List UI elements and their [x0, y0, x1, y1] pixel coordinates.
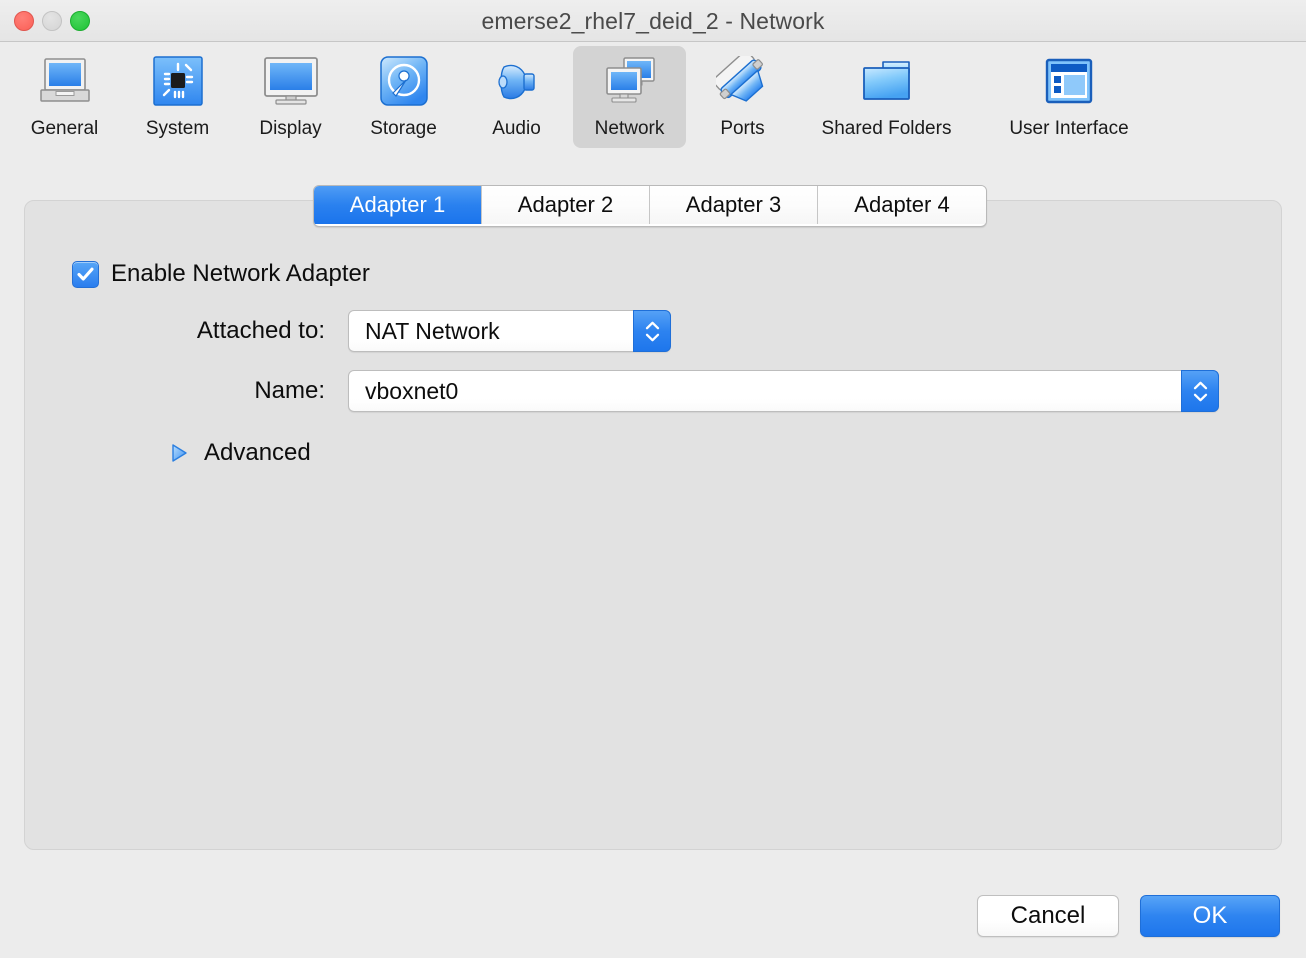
name-value: vboxnet0	[365, 377, 459, 404]
toolbar-item-user-interface[interactable]: User Interface	[974, 46, 1164, 148]
chevron-down-icon	[1193, 393, 1207, 401]
toolbar-item-label: General	[30, 118, 99, 139]
disclosure-triangle-right-icon[interactable]	[168, 442, 190, 464]
advanced-label: Advanced	[204, 439, 311, 466]
attached-to-combobox[interactable]: NAT Network	[348, 310, 671, 352]
tab-adapter-3[interactable]: Adapter 3	[650, 186, 818, 224]
attached-to-stepper-button[interactable]	[633, 310, 671, 352]
cancel-button[interactable]: Cancel	[977, 895, 1119, 937]
toolbar-item-system[interactable]: System	[121, 46, 234, 148]
toolbar-item-label: Display	[259, 118, 322, 139]
chevron-up-icon	[1193, 381, 1207, 389]
name-label: Name:	[254, 377, 325, 404]
enable-network-adapter-label: Enable Network Adapter	[111, 260, 370, 287]
chip-icon	[149, 52, 207, 110]
enable-network-adapter-checkbox[interactable]	[72, 260, 99, 288]
toolbar-item-general[interactable]: General	[8, 46, 121, 148]
tab-adapter-2[interactable]: Adapter 2	[482, 186, 650, 224]
toolbar-item-audio[interactable]: Audio	[460, 46, 573, 148]
advanced-disclosure-row[interactable]: Advanced	[168, 439, 311, 467]
toolbar-item-display[interactable]: Display	[234, 46, 347, 148]
window-layout-icon	[1040, 52, 1098, 110]
window-titlebar: emerse2_rhel7_deid_2 - Network	[0, 0, 1306, 42]
disk-icon	[375, 52, 433, 110]
toolbar-item-network[interactable]: Network	[573, 46, 686, 148]
dialog-button-bar: Cancel OK	[977, 895, 1280, 937]
network-icon	[601, 52, 659, 110]
chevron-up-icon	[645, 321, 659, 329]
name-stepper-button[interactable]	[1181, 370, 1219, 412]
monitor-icon	[262, 52, 320, 110]
tab-adapter-4[interactable]: Adapter 4	[818, 186, 986, 224]
toolbar-item-label: Ports	[720, 118, 765, 139]
toolbar-item-label: Shared Folders	[821, 118, 952, 139]
adapter-tab-bar: Adapter 1 Adapter 2 Adapter 3 Adapter 4	[313, 185, 987, 227]
toolbar-item-label: System	[145, 118, 210, 139]
toolbar-item-ports[interactable]: Ports	[686, 46, 799, 148]
window-title: emerse2_rhel7_deid_2 - Network	[481, 8, 825, 34]
enable-network-adapter-row[interactable]: Enable Network Adapter	[72, 260, 370, 288]
computer-icon	[36, 52, 94, 110]
settings-toolbar: General System Display Storage Audio Net…	[0, 42, 1306, 166]
toolbar-item-label: Audio	[492, 118, 541, 139]
folder-icon	[858, 52, 916, 110]
name-row: Name: vboxnet0	[25, 370, 1243, 412]
attached-to-value: NAT Network	[365, 317, 500, 344]
ok-button[interactable]: OK	[1140, 895, 1280, 937]
chevron-down-icon	[645, 333, 659, 341]
speaker-icon	[488, 52, 546, 110]
toolbar-item-storage[interactable]: Storage	[347, 46, 460, 148]
toolbar-item-label: Storage	[370, 118, 437, 139]
attached-to-row: Attached to: NAT Network	[25, 310, 1235, 352]
checkmark-icon	[77, 267, 94, 281]
tab-adapter-1[interactable]: Adapter 1	[314, 186, 482, 224]
name-combobox[interactable]: vboxnet0	[348, 370, 1219, 412]
toolbar-item-label: User Interface	[1009, 118, 1129, 139]
port-connector-icon	[714, 52, 772, 110]
toolbar-item-shared-folders[interactable]: Shared Folders	[799, 46, 974, 148]
toolbar-item-label: Network	[594, 118, 665, 139]
adapter-settings-panel: Enable Network Adapter Attached to: NAT …	[24, 200, 1282, 850]
attached-to-label: Attached to:	[196, 317, 325, 344]
